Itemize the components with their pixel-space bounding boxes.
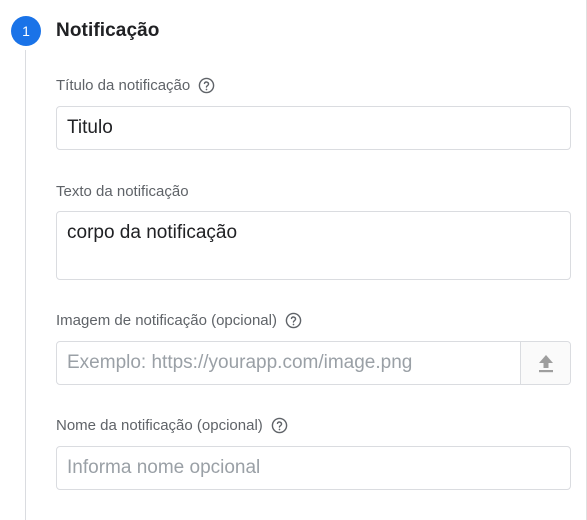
notification-image-input[interactable]: Exemplo: https://yourapp.com/image.png	[56, 341, 571, 385]
step-title: Notificação	[56, 20, 160, 41]
notification-text-value: corpo da notificação	[67, 222, 238, 243]
notification-image-placeholder: Exemplo: https://yourapp.com/image.png	[67, 352, 413, 373]
notification-title-field: Título da notificação Titulo	[56, 75, 571, 150]
help-circle-icon[interactable]	[271, 417, 288, 434]
notification-image-label: Imagem de notificação (opcional)	[56, 311, 277, 329]
notification-text-label-row: Texto da notificação	[56, 181, 571, 201]
notification-name-field: Nome da notificação (opcional) Informa n…	[56, 415, 571, 490]
notification-title-input[interactable]: Titulo	[56, 106, 571, 150]
notification-text-label: Texto da notificação	[56, 182, 189, 200]
notification-title-label: Título da notificação	[56, 76, 191, 94]
help-circle-icon[interactable]	[198, 77, 215, 94]
notification-text-textarea[interactable]: corpo da notificação	[56, 211, 571, 280]
image-upload-button[interactable]	[520, 342, 570, 384]
upload-icon	[537, 353, 555, 373]
notification-title-label-row: Título da notificação	[56, 75, 571, 95]
notification-text-field: Texto da notificação corpo da notificaçã…	[56, 181, 571, 280]
notification-name-input[interactable]: Informa nome opcional	[56, 446, 571, 490]
help-circle-icon[interactable]	[285, 312, 302, 329]
stepper-connector-line	[25, 50, 26, 520]
notification-name-placeholder: Informa nome opcional	[67, 457, 261, 478]
notification-name-label-row: Nome da notificação (opcional)	[56, 415, 571, 435]
step-header: 1 Notificação	[11, 16, 160, 46]
notification-title-value: Titulo	[67, 117, 113, 138]
notification-image-label-row: Imagem de notificação (opcional)	[56, 310, 571, 330]
notification-image-field: Imagem de notificação (opcional) Exemplo…	[56, 310, 571, 385]
notification-name-label: Nome da notificação (opcional)	[56, 416, 263, 434]
step-number-badge: 1	[11, 16, 41, 46]
